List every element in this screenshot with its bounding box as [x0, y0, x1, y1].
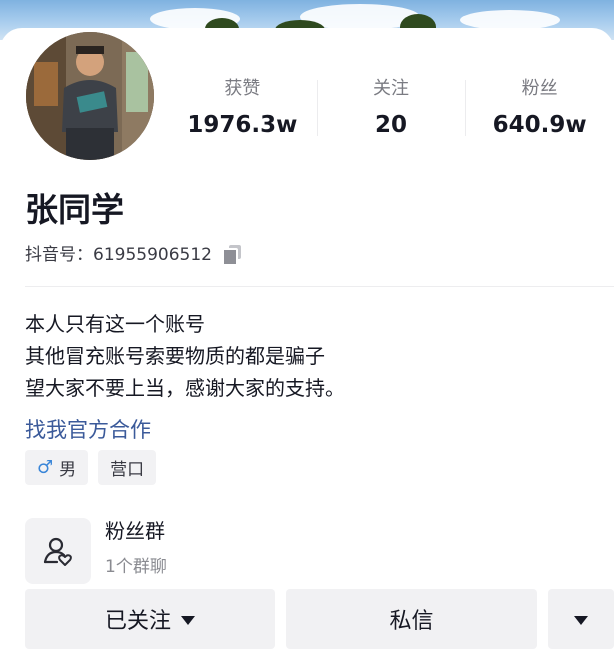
group-chat-icon	[43, 537, 72, 566]
stat-fans[interactable]: 粉丝 640.9w	[465, 78, 614, 148]
fan-group-icon-box	[25, 518, 91, 584]
following-button-label: 已关注	[104, 609, 171, 634]
stat-following-value: 20	[375, 112, 408, 138]
male-icon: ♂	[37, 457, 54, 478]
profile-name: 张同学	[25, 190, 124, 229]
bio-line: 其他冒充账号索要物质的都是骗子	[25, 344, 325, 368]
following-button[interactable]: 已关注	[25, 589, 275, 649]
chevron-down-icon	[181, 615, 195, 625]
fan-group-count: 1个群聊	[105, 557, 167, 577]
location-tag: 营口	[98, 450, 157, 485]
stat-fans-value: 640.9w	[492, 112, 587, 138]
bio-line: 本人只有这一个账号	[25, 312, 205, 336]
bio: 本人只有这一个账号 其他冒充账号索要物质的都是骗子 望大家不要上当，感谢大家的支…	[25, 308, 345, 404]
profile-tags: ♂ 男 营口	[25, 450, 157, 485]
gender-tag-label: 男	[59, 460, 77, 480]
chevron-down-icon	[574, 615, 588, 625]
fan-group-entry[interactable]: 粉丝群 1个群聊	[25, 518, 167, 584]
message-button-label: 私信	[389, 609, 434, 634]
location-tag-label: 营口	[110, 460, 145, 480]
stat-likes[interactable]: 获赞 1976.3w	[168, 78, 317, 148]
bio-line: 望大家不要上当，感谢大家的支持。	[25, 376, 345, 400]
message-button[interactable]: 私信	[286, 589, 537, 649]
stat-fans-label: 粉丝	[521, 78, 558, 99]
douyin-id-row: 抖音号：61955906512	[25, 244, 244, 266]
stat-following-label: 关注	[373, 78, 409, 99]
stat-following[interactable]: 关注 20	[316, 78, 466, 148]
official-cooperation-link[interactable]: 找我官方合作	[25, 414, 151, 446]
gender-tag: ♂ 男	[25, 450, 89, 485]
copy-icon[interactable]	[221, 245, 244, 266]
profile-stats: 获赞 1976.3w 关注 20 粉丝 640.9w	[168, 78, 614, 148]
stat-likes-value: 1976.3w	[187, 112, 298, 138]
fan-group-title: 粉丝群	[105, 519, 165, 543]
stat-likes-label: 获赞	[224, 78, 261, 99]
profile-card: 获赞 1976.3w 关注 20 粉丝 640.9w 张同学 抖音号：61955…	[0, 28, 614, 632]
profile-actions: 已关注 私信	[25, 589, 614, 649]
divider	[25, 286, 614, 287]
douyin-id-text: 抖音号：61955906512	[25, 245, 212, 265]
avatar[interactable]	[22, 28, 158, 164]
more-options-button[interactable]	[548, 589, 614, 649]
